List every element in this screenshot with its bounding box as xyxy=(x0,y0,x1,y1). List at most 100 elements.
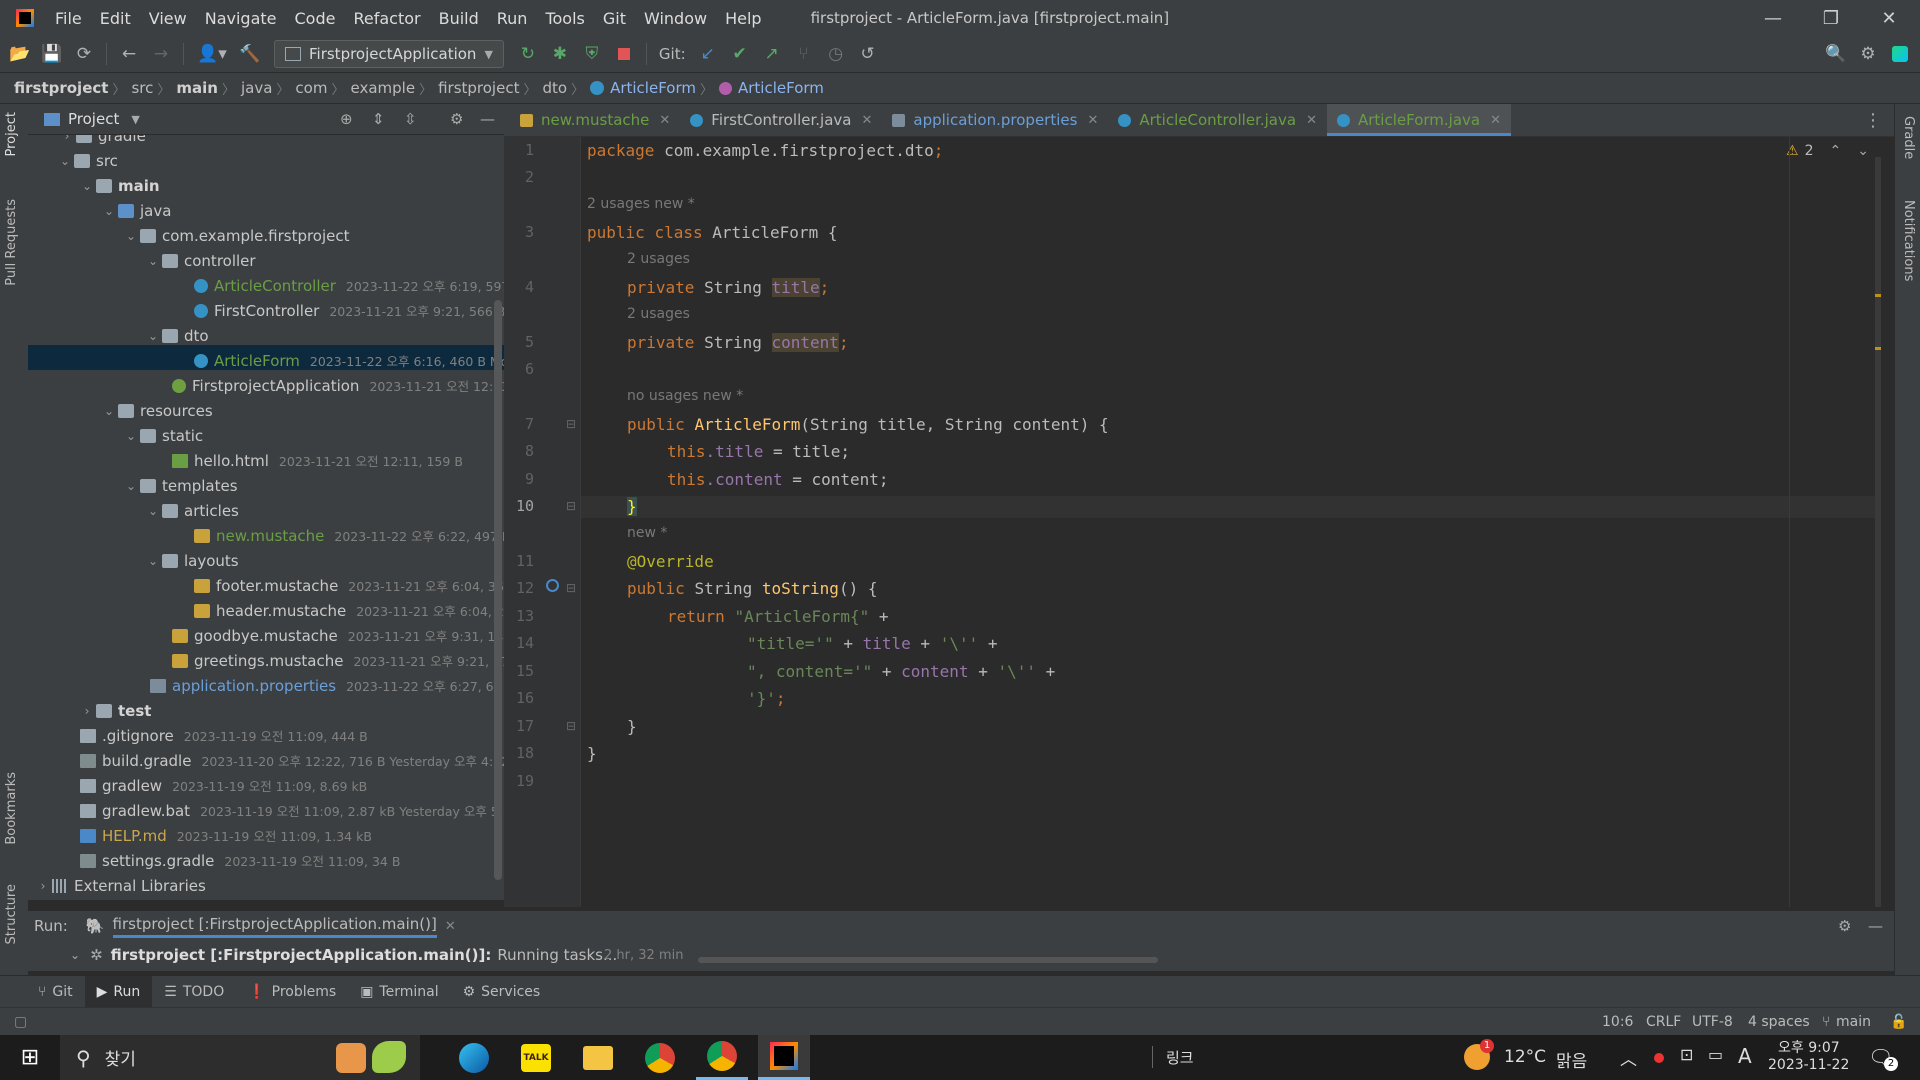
tree-node-main[interactable]: ⌄ main xyxy=(78,173,160,198)
close-icon[interactable]: ✕ xyxy=(445,919,456,934)
breadcrumb-item[interactable]: com xyxy=(289,79,331,97)
close-icon[interactable]: ✕ xyxy=(861,113,872,128)
run-tab-firstproject[interactable]: firstproject [:FirstprojectApplication.m… xyxy=(112,915,437,938)
camera-icon[interactable]: ⊡ xyxy=(1680,1045,1693,1064)
tree-node-external-libraries[interactable]: › External Libraries xyxy=(34,873,206,898)
clock-date[interactable]: 2023-11-22 xyxy=(1768,1057,1849,1073)
tool-tab-git[interactable]: ⑂ Git xyxy=(26,976,85,1008)
taskbar-intellij[interactable] xyxy=(758,1035,810,1080)
battery-icon[interactable]: ▭ xyxy=(1708,1045,1723,1064)
tree-node-new-mustache[interactable]: new.mustache2023-11-22 오후 6:22, 497 B A xyxy=(194,523,504,548)
taskbar-edge[interactable] xyxy=(448,1035,500,1080)
pull-requests-tool-tab[interactable]: Pull Requests xyxy=(4,199,19,286)
rerun-button[interactable]: ↻ xyxy=(512,39,544,69)
tree-node-firstcontroller[interactable]: FirstController 2023-11-21 오후 9:21, 566 B… xyxy=(194,298,504,323)
tree-node-dto[interactable]: ⌄ dto xyxy=(144,323,209,348)
chevron-down-icon[interactable]: ⌄ xyxy=(70,948,80,962)
tool-tab-services[interactable]: ⚙ Services xyxy=(451,976,553,1008)
taskbar-chrome-2[interactable] xyxy=(696,1035,748,1080)
inspection-widget[interactable]: ⚠ 2 ⌃ ⌄ xyxy=(1786,143,1869,159)
menu-git[interactable]: Git xyxy=(594,9,635,28)
taskbar-file-explorer[interactable] xyxy=(572,1035,624,1080)
breadcrumb-item[interactable]: example xyxy=(344,79,419,97)
chevron-up-icon[interactable]: ︿ xyxy=(1620,1045,1637,1070)
tree-node-gradlew[interactable]: gradlew 2023-11-19 오전 11:09, 8.69 kB xyxy=(80,773,367,798)
git-rollback-button[interactable]: ↺ xyxy=(852,39,884,69)
tree-node-resources[interactable]: ⌄ resources xyxy=(100,398,213,423)
override-marker-icon[interactable] xyxy=(546,579,559,592)
run-configuration-select[interactable]: FirstprojectApplication ▼ xyxy=(274,40,504,68)
menu-window[interactable]: Window xyxy=(635,9,716,28)
breadcrumb-item[interactable]: java xyxy=(235,79,276,97)
usage-hint[interactable]: no usages new * xyxy=(627,388,743,404)
fold-icon[interactable]: ⊟ xyxy=(566,417,576,431)
stop-button[interactable] xyxy=(608,39,640,69)
menu-view[interactable]: View xyxy=(140,9,196,28)
menu-help[interactable]: Help xyxy=(716,9,770,28)
toggle-tool-windows-icon[interactable]: ▢ xyxy=(14,1014,27,1030)
breadcrumb-item[interactable]: dto xyxy=(536,79,571,97)
breadcrumb-item[interactable]: firstproject xyxy=(432,79,523,97)
gear-icon[interactable]: ⚙ xyxy=(450,110,463,128)
save-all-button[interactable]: 💾 xyxy=(36,39,68,69)
vcs-user-button[interactable]: 👤▾ xyxy=(190,39,234,69)
tool-tab-terminal[interactable]: ▣ Terminal xyxy=(348,976,450,1008)
warning-stripe-marker[interactable] xyxy=(1875,294,1881,297)
notifications-tool-tab[interactable]: Notifications xyxy=(1901,200,1916,281)
clock-time[interactable]: 오후 9:07 xyxy=(1778,1037,1840,1057)
tree-node-package[interactable]: ⌄ com.example.firstproject xyxy=(122,223,350,248)
tree-node-help-md[interactable]: HELP.md 2023-11-19 오전 11:09, 1.34 kB xyxy=(80,823,372,848)
tree-node-build-gradle[interactable]: build.gradle 2023-11-20 오후 12:22, 716 B Y… xyxy=(80,748,504,773)
taskbar-kakaotalk[interactable]: TALK xyxy=(510,1035,562,1080)
fold-icon[interactable]: ⊟ xyxy=(566,719,576,733)
warning-stripe-marker[interactable] xyxy=(1875,347,1881,350)
menu-build[interactable]: Build xyxy=(430,9,488,28)
collapse-all-icon[interactable]: ⇳ xyxy=(404,110,417,128)
git-branch[interactable]: main xyxy=(1836,1014,1871,1030)
weather-desc[interactable]: 맑음 xyxy=(1556,1047,1587,1072)
breadcrumb-item[interactable]: ArticleForm xyxy=(732,79,828,97)
tool-tab-todo[interactable]: ☰ TODO xyxy=(152,976,236,1008)
caret-position[interactable]: 10:6 xyxy=(1602,1014,1633,1030)
ime-indicator[interactable]: A xyxy=(1738,1044,1752,1068)
file-encoding[interactable]: UTF-8 xyxy=(1692,1014,1733,1030)
usage-hint[interactable]: new * xyxy=(627,525,667,541)
tree-scrollbar[interactable] xyxy=(494,300,502,880)
tree-node-gradle[interactable]: › gradle xyxy=(58,135,146,148)
locate-file-icon[interactable]: ⊕ xyxy=(340,110,353,128)
tree-node-src[interactable]: ⌄ src xyxy=(56,148,118,173)
sync-button[interactable]: ⟳ xyxy=(68,39,100,69)
editor-scrollbar[interactable] xyxy=(1875,157,1881,907)
back-button[interactable]: ← xyxy=(113,39,145,69)
indent-setting[interactable]: 4 spaces xyxy=(1748,1014,1810,1030)
breadcrumb-item[interactable]: firstproject xyxy=(0,79,112,97)
tree-node-greetings-mustache[interactable]: greetings.mustache2023-11-21 오후 9:21, 17… xyxy=(172,648,504,673)
forward-button[interactable]: → xyxy=(145,39,177,69)
tree-node-templates[interactable]: ⌄ templates xyxy=(122,473,238,498)
menu-navigate[interactable]: Navigate xyxy=(196,9,286,28)
close-icon[interactable]: ✕ xyxy=(1306,113,1317,128)
project-panel-title[interactable]: Project xyxy=(68,110,119,128)
run-output-scrollbar[interactable] xyxy=(698,957,1158,963)
tree-node-goodbye-mustache[interactable]: goodbye.mustache2023-11-21 오후 9:31, 142 … xyxy=(172,623,504,648)
close-icon[interactable]: ✕ xyxy=(1490,113,1501,128)
git-history-button[interactable]: ◷ xyxy=(820,39,852,69)
tool-tab-run[interactable]: ▶ Run xyxy=(84,976,153,1008)
tree-node-gradlew-bat[interactable]: gradlew.bat 2023-11-19 오전 11:09, 2.87 kB … xyxy=(80,798,504,823)
open-button[interactable]: 📂 xyxy=(4,39,36,69)
tree-node-java[interactable]: ⌄ java xyxy=(100,198,171,223)
breadcrumb-item[interactable]: ArticleForm xyxy=(604,79,700,97)
record-icon[interactable] xyxy=(1654,1053,1664,1063)
usage-hint[interactable]: 2 usages xyxy=(627,251,690,267)
expand-all-icon[interactable]: ⇕ xyxy=(372,110,385,128)
tree-node-articlecontroller[interactable]: ArticleController2023-11-22 오후 6:19, 597… xyxy=(194,273,504,298)
gradle-tool-tab[interactable]: Gradle xyxy=(1901,116,1916,159)
gear-icon[interactable]: ⚙ xyxy=(1838,917,1851,935)
usage-hint[interactable]: 2 usages new * xyxy=(587,196,695,212)
weather-temp[interactable]: 12°C xyxy=(1504,1047,1546,1067)
tab-articleform[interactable]: ArticleForm.java ✕ xyxy=(1326,104,1512,136)
settings-button[interactable]: ⚙ xyxy=(1852,39,1884,69)
git-cherry-button[interactable]: ⑂ xyxy=(788,39,820,69)
start-button[interactable]: ⊞ xyxy=(4,1035,56,1080)
restore-button[interactable]: ❐ xyxy=(1802,0,1860,36)
